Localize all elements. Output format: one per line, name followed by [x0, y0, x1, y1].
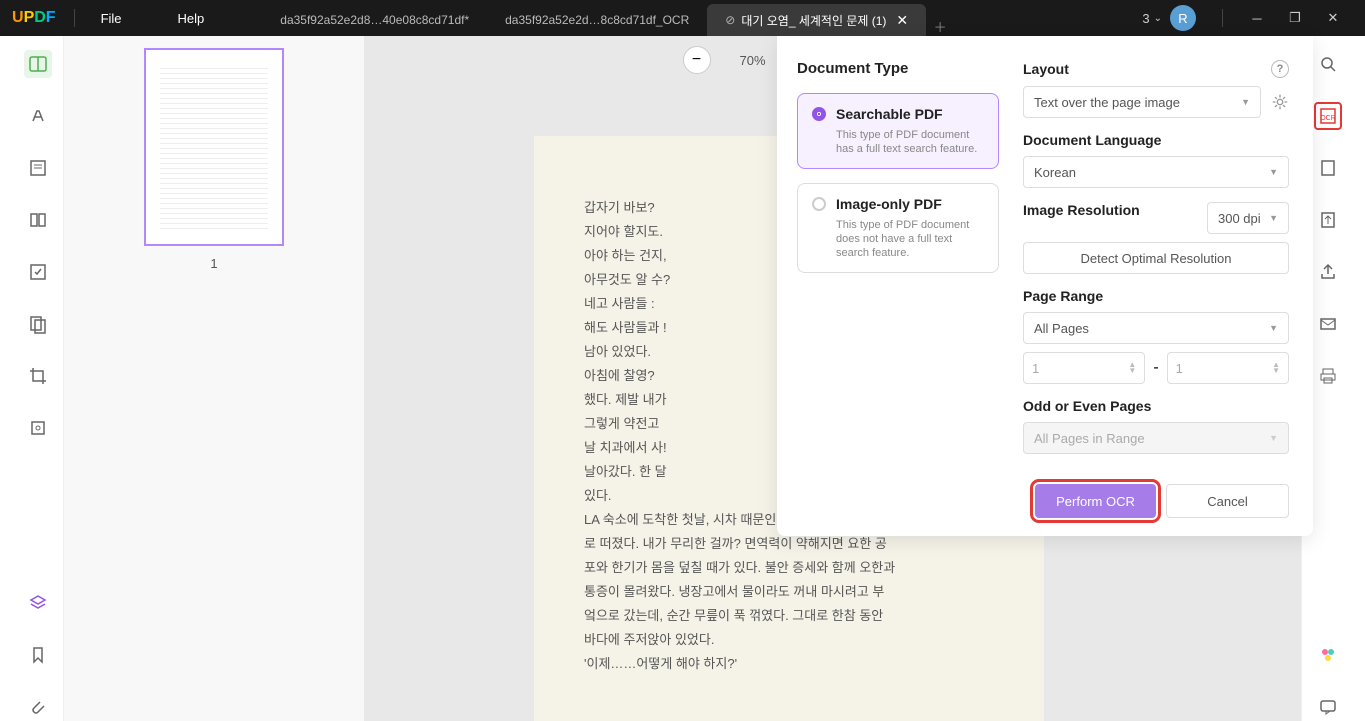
print-icon[interactable] — [1314, 362, 1342, 390]
odd-even-select: All Pages in Range▼ — [1023, 422, 1289, 454]
range-from-input[interactable]: 1▲▼ — [1023, 352, 1145, 384]
crop-icon[interactable] — [24, 362, 52, 390]
tab-bar: da35f92a52e2d8…40e08c8cd71df* da35f92a52… — [262, 0, 1142, 36]
option-label: Image-only PDF — [836, 196, 942, 212]
ocr-panel: Document Type Searchable PDF This type o… — [777, 36, 1313, 536]
option-desc: This type of PDF document does not have … — [836, 218, 984, 260]
zoom-out-button[interactable]: − — [683, 46, 711, 74]
layers-icon[interactable] — [24, 589, 52, 617]
language-title: Document Language — [1023, 132, 1289, 148]
resolution-title: Image Resolution — [1023, 202, 1140, 218]
edit-icon[interactable] — [24, 154, 52, 182]
document-type-title: Document Type — [797, 60, 999, 77]
tab-label: 대기 오염_ 세계적인 문제 (1) — [741, 12, 886, 29]
email-icon[interactable] — [1314, 310, 1342, 338]
bookmark-icon[interactable] — [24, 641, 52, 669]
radio-icon — [812, 107, 826, 121]
annotate-icon[interactable] — [24, 102, 52, 130]
left-toolbar — [12, 36, 64, 721]
thumbnail-number: 1 — [210, 256, 217, 271]
odd-even-title: Odd or Even Pages — [1023, 398, 1289, 414]
resolution-select[interactable]: 300 dpi▼ — [1207, 202, 1289, 234]
redact-icon[interactable] — [24, 310, 52, 338]
page-count[interactable]: 3⌄ — [1142, 11, 1162, 26]
tab-1[interactable]: da35f92a52e2d8…40e08c8cd71df* — [262, 4, 487, 36]
perform-ocr-button[interactable]: Perform OCR — [1035, 484, 1156, 518]
reader-icon[interactable] — [24, 50, 52, 78]
image-only-pdf-option[interactable]: Image-only PDF This type of PDF document… — [797, 183, 999, 273]
svg-text:OCR: OCR — [1320, 115, 1336, 122]
organize-icon[interactable] — [24, 206, 52, 234]
gear-icon[interactable] — [1271, 93, 1289, 111]
maximize-button[interactable]: ❐ — [1279, 2, 1311, 34]
range-to-input[interactable]: 1▲▼ — [1167, 352, 1289, 384]
avatar[interactable]: R — [1170, 5, 1196, 31]
help-icon[interactable]: ? — [1271, 60, 1289, 78]
thumbnail-panel: 1 — [64, 36, 364, 721]
app-logo: UPDF — [12, 9, 56, 27]
option-desc: This type of PDF document has a full tex… — [836, 128, 984, 156]
tab-icon: ⊘ — [725, 13, 735, 27]
ai-icon[interactable] — [1314, 641, 1342, 669]
page-range-select[interactable]: All Pages▼ — [1023, 312, 1289, 344]
page-range-title: Page Range — [1023, 288, 1289, 304]
title-bar: UPDF File Help da35f92a52e2d8…40e08c8cd7… — [0, 0, 1365, 36]
zoom-value[interactable]: 70% — [723, 53, 783, 68]
tab-2[interactable]: da35f92a52e2d…8c8cd71df_OCR — [487, 4, 707, 36]
minimize-button[interactable]: ─ — [1241, 2, 1273, 34]
attachment-icon[interactable] — [24, 693, 52, 721]
share-icon[interactable] — [1314, 258, 1342, 286]
tab-3-active[interactable]: ⊘ 대기 오염_ 세계적인 문제 (1) ✕ — [707, 4, 926, 36]
range-dash: - — [1153, 359, 1158, 377]
convert-icon[interactable] — [1314, 154, 1342, 182]
close-icon[interactable]: ✕ — [896, 12, 908, 29]
search-icon[interactable] — [1314, 50, 1342, 78]
searchable-pdf-option[interactable]: Searchable PDF This type of PDF document… — [797, 93, 999, 169]
layout-select[interactable]: Text over the page image▼ — [1023, 86, 1261, 118]
cancel-button[interactable]: Cancel — [1166, 484, 1289, 518]
form-icon[interactable] — [24, 258, 52, 286]
compress-icon[interactable] — [1314, 206, 1342, 234]
ocr-icon[interactable]: OCR — [1314, 102, 1342, 130]
comment-icon[interactable] — [1314, 693, 1342, 721]
radio-icon — [812, 197, 826, 211]
detect-resolution-button[interactable]: Detect Optimal Resolution — [1023, 242, 1289, 274]
menu-help[interactable]: Help — [170, 11, 213, 26]
language-select[interactable]: Korean▼ — [1023, 156, 1289, 188]
layout-title: Layout — [1023, 61, 1069, 77]
option-label: Searchable PDF — [836, 106, 943, 122]
tools-icon[interactable] — [24, 414, 52, 442]
close-window-button[interactable]: ✕ — [1317, 2, 1349, 34]
add-tab-button[interactable]: ＋ — [926, 17, 954, 36]
page-thumbnail[interactable] — [144, 48, 284, 246]
menu-file[interactable]: File — [93, 11, 130, 26]
